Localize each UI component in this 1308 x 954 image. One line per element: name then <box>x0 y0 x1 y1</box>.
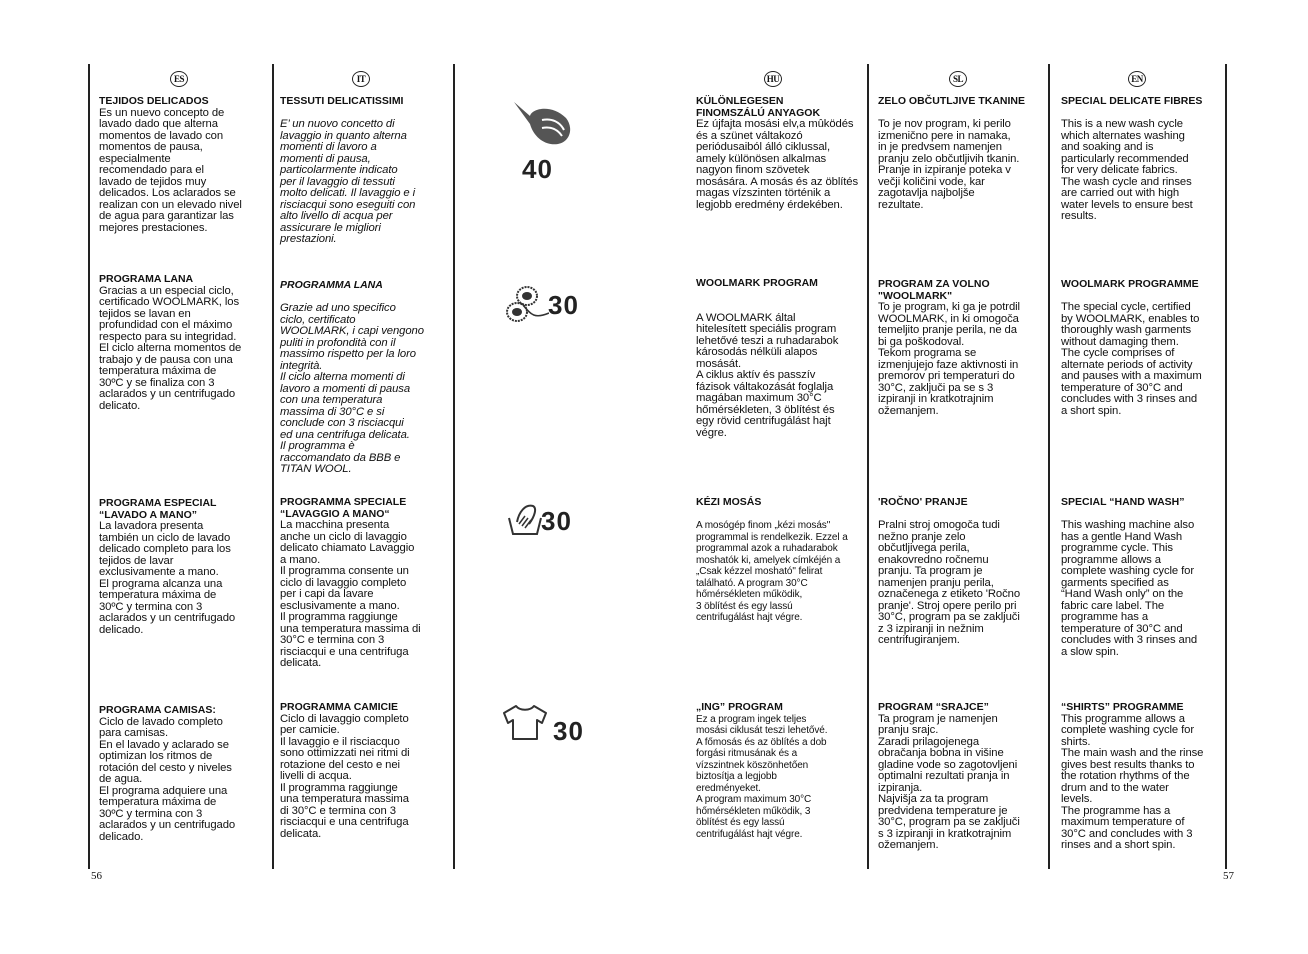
section-delicate: ZELO OBČUTLJIVE TKANINE To je nov progra… <box>878 95 1054 211</box>
section-title: KÜLÖNLEGESEN FINOMSZÁLÚ ANYAGOK <box>696 95 821 119</box>
language-badge-es: ES <box>170 71 188 87</box>
section-delicate: TESSUTI DELICATISSIMI E’ un nuovo concet… <box>280 95 456 246</box>
section-title: TEJIDOS DELICADOS <box>99 95 209 107</box>
section-title: PROGRAMMA LANA <box>280 279 383 291</box>
column-divider <box>88 64 90 869</box>
section-wool: PROGRAM ZA VOLNO "WOOLMARK" To je program… <box>878 278 1054 417</box>
section-body: La macchina presenta anche un ciclo di l… <box>280 519 421 669</box>
section-title: PROGRAMA CAMISAS: <box>99 704 216 716</box>
section-body: To je program, ki ga je potrdil WOOLMARK… <box>878 301 1020 417</box>
section-delicate: SPECIAL DELICATE FIBRES This is a new wa… <box>1061 95 1237 223</box>
section-title: PROGRAMA LANA <box>99 273 194 285</box>
section-body: A WOOLMARK által hitelesített speciális … <box>696 311 839 439</box>
section-title: SPECIAL “HAND WASH” <box>1061 496 1185 508</box>
section-body: This washing machine also has a gentle H… <box>1061 519 1198 658</box>
language-badge-it: IT <box>352 71 370 87</box>
section-body: Es un nuevo concepto de lavado dado que … <box>99 106 242 234</box>
section-hand-wash: PROGRAMA ESPECIAL “LAVADO A MANO” La lava… <box>99 497 275 636</box>
section-title: WOOLMARK PROGRAMME <box>1061 278 1199 290</box>
section-hand-wash: PROGRAMMA SPECIALE “LAVAGGIO A MANO“ La m… <box>280 496 456 670</box>
language-badge-sl: SL <box>949 71 967 87</box>
section-title: ZELO OBČUTLJIVE TKANINE <box>878 95 1026 107</box>
section-body: A mosógép finom „kézi mosás" programmal … <box>696 520 848 623</box>
section-body: Gracias a un especial ciclo, certificado… <box>99 284 242 412</box>
section-body: Ez újfajta mosási elv,a mûködés és a szü… <box>696 118 859 211</box>
section-body: Ez a program ingek teljes mosási ciklusá… <box>696 713 828 840</box>
temperature-label: 40 <box>522 154 553 184</box>
section-title: TESSUTI DELICATISSIMI <box>280 95 404 107</box>
section-title: PROGRAMMA CAMICIE <box>280 701 399 713</box>
section-title: “SHIRTS” PROGRAMME <box>1061 701 1184 713</box>
section-title: 'ROČNO' PRANJE <box>878 496 968 508</box>
feather-icon <box>514 102 571 145</box>
section-shirts: PROGRAMMA CAMICIE Ciclo di lavaggio compl… <box>280 701 456 840</box>
section-body: Ciclo de lavado completo para camisas. E… <box>99 715 236 843</box>
section-shirts: “SHIRTS” PROGRAMME This programme allows … <box>1061 701 1237 852</box>
section-wool: PROGRAMMA LANA Grazie ad uno specifico c… <box>280 279 456 476</box>
section-wool: WOOLMARK PROGRAM A WOOLMARK által hitele… <box>696 277 872 439</box>
section-body: Pralni stroj omogoča tudi nežno pranje z… <box>878 519 1021 646</box>
section-body: Ta program je namenjen pranju srajc. Zar… <box>878 712 1020 851</box>
section-title: PROGRAMA ESPECIAL “LAVADO A MANO” <box>99 497 217 521</box>
language-badge-hu: HU <box>764 71 782 87</box>
section-title: PROGRAMMA SPECIALE “LAVAGGIO A MANO“ <box>280 496 407 520</box>
section-title: KÉZI MOSÁS <box>696 496 762 508</box>
section-hand-wash: KÉZI MOSÁS A mosógép finom „kézi mosás" … <box>696 496 872 624</box>
section-body: This programme allows a complete washing… <box>1061 712 1204 851</box>
section-title: SPECIAL DELICATE FIBRES <box>1061 95 1203 107</box>
section-shirts: PROGRAM “SRAJCE” Ta program je namenjen p… <box>878 701 1054 852</box>
section-delicate: TEJIDOS DELICADOS Es un nuevo concepto de… <box>99 95 275 234</box>
hand-wash-icon <box>508 504 542 535</box>
language-badge-en: EN <box>1128 71 1146 87</box>
section-hand-wash: 'ROČNO' PRANJE Pralni stroj omogoča tudi… <box>878 496 1054 647</box>
section-hand-wash: SPECIAL “HAND WASH” This washing machine… <box>1061 496 1237 658</box>
section-body: Ciclo di lavaggio completo per camicie. … <box>280 712 410 840</box>
shirt-icon <box>503 705 547 740</box>
temperature-label: 30 <box>553 716 584 746</box>
section-body: La lavadora presenta también un ciclo de… <box>99 520 236 636</box>
temperature-label: 30 <box>541 506 572 536</box>
section-delicate: KÜLÖNLEGESEN FINOMSZÁLÚ ANYAGOK Ez újfajt… <box>696 95 872 211</box>
section-title: WOOLMARK PROGRAM <box>696 277 818 289</box>
section-shirts: „ING” PROGRAM Ez a program ingek teljes m… <box>696 701 872 840</box>
section-body: This is a new wash cycle which alternate… <box>1061 118 1193 222</box>
section-body: E’ un nuovo concetto di lavaggio in quan… <box>280 118 416 245</box>
section-wool: PROGRAMA LANA Gracias a un especial ciclo… <box>99 273 275 412</box>
section-wool: WOOLMARK PROGRAMME The special cycle, ce… <box>1061 278 1237 417</box>
section-body: To je nov program, ki perilo izmenično p… <box>878 118 1020 211</box>
section-body: Grazie ad uno specifico ciclo, certifica… <box>280 302 424 475</box>
wool-skein-icon <box>506 286 549 322</box>
temperature-label: 30 <box>548 290 579 320</box>
section-title: PROGRAM “SRAJCE” <box>878 701 989 713</box>
section-body: The special cycle, certified by WOOLMARK… <box>1061 301 1202 417</box>
page-number-right: 57 <box>1223 870 1234 882</box>
section-title: „ING” PROGRAM <box>696 701 783 713</box>
page-number-left: 56 <box>91 870 102 882</box>
section-shirts: PROGRAMA CAMISAS: Ciclo de lavado complet… <box>99 704 275 843</box>
section-title: PROGRAM ZA VOLNO "WOOLMARK" <box>878 278 990 302</box>
